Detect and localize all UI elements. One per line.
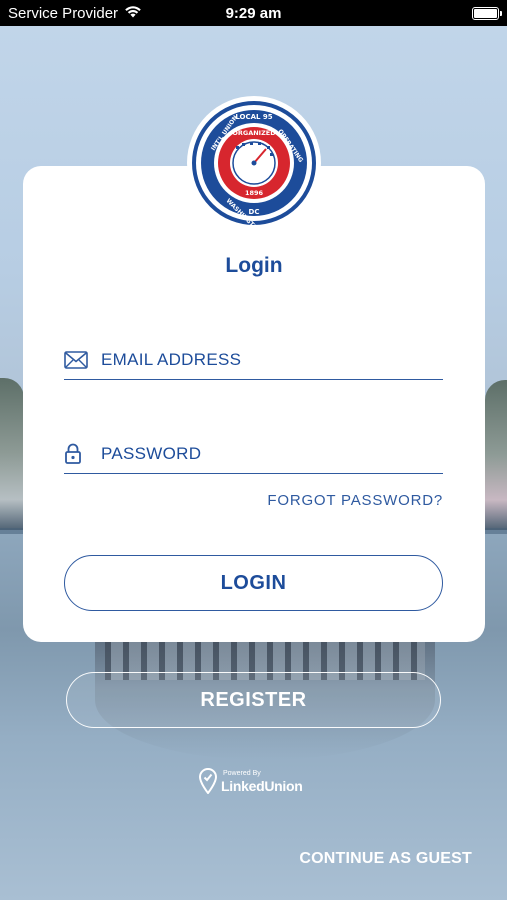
password-field-row (64, 434, 443, 474)
brand-name: LinkedUnion (221, 778, 303, 794)
trees-left (0, 378, 24, 530)
forgot-password-link[interactable]: FORGOT PASSWORD? (267, 492, 443, 509)
svg-text:LOCAL 95: LOCAL 95 (235, 113, 272, 121)
powered-by-linkedunion: Powered By LinkedUnion (198, 766, 303, 800)
svg-text:1896: 1896 (245, 189, 264, 197)
svg-text:DC: DC (249, 208, 260, 216)
envelope-icon (64, 349, 88, 371)
email-input[interactable] (101, 344, 421, 375)
battery-icon (472, 6, 502, 20)
status-bar: Service Provider 9:29 am (0, 0, 507, 26)
svg-text:ORGANIZED: ORGANIZED (232, 129, 276, 137)
wifi-icon (124, 5, 142, 22)
trees-right (485, 380, 507, 530)
lock-icon (64, 443, 88, 465)
login-button[interactable]: LOGIN (64, 555, 443, 611)
powered-by-label: Powered By (223, 770, 261, 777)
union-logo: LOCAL 95 DC INT'L UNION OPERATING WASHIN… (189, 98, 319, 228)
carrier-label: Service Provider (8, 4, 119, 22)
register-button[interactable]: REGISTER (66, 672, 441, 728)
email-field-row (64, 340, 443, 380)
continue-as-guest-link[interactable]: CONTINUE AS GUEST (299, 850, 472, 868)
location-pin-icon (198, 767, 218, 799)
password-input[interactable] (101, 438, 421, 469)
login-title: Login (225, 254, 283, 277)
union-seal-icon: LOCAL 95 DC INT'L UNION OPERATING WASHIN… (192, 101, 316, 225)
